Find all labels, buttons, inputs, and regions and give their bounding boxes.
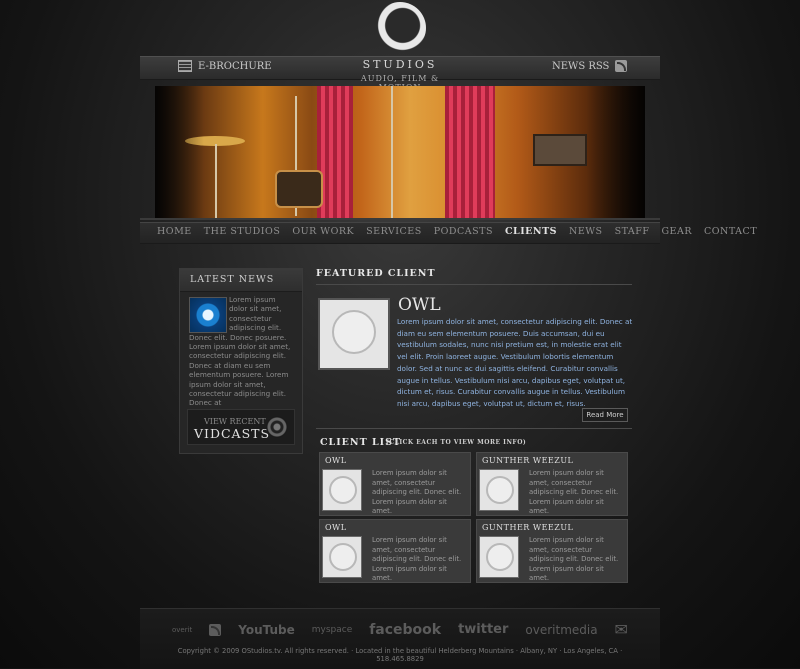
client-logo-icon bbox=[486, 543, 514, 571]
news-rss-label: NEWS RSS bbox=[552, 60, 610, 72]
vidcasts-label: VIDCASTS bbox=[194, 426, 271, 441]
client-card[interactable]: GUNTHER WEEZUL Lorem ipsum dolor sit ame… bbox=[476, 452, 628, 516]
featured-client-description: Lorem ipsum dolor sit amet, consectetur … bbox=[397, 317, 633, 408]
client-name: GUNTHER WEEZUL bbox=[482, 456, 574, 465]
hero-shade bbox=[155, 86, 645, 218]
logo-text: STUDIOS bbox=[362, 58, 438, 71]
client-thumbnail bbox=[322, 469, 362, 511]
client-description: Lorem ipsum dolor sit amet, consectetur … bbox=[529, 469, 619, 515]
youtube-link[interactable]: YouTube bbox=[238, 623, 295, 637]
vidcasts-small-label: VIEW RECENT bbox=[204, 417, 266, 426]
nav-item-services[interactable]: SERVICES bbox=[366, 226, 422, 237]
client-description: Lorem ipsum dolor sit amet, consectetur … bbox=[372, 469, 462, 515]
page: STUDIOS AUDIO, FILM & MOTION E-BROCHURE … bbox=[0, 0, 800, 669]
rss-icon[interactable] bbox=[209, 623, 222, 636]
read-more-button[interactable]: Read More bbox=[582, 408, 628, 422]
myspace-link[interactable]: myspace bbox=[312, 625, 353, 635]
featured-client-title: FEATURED CLIENT bbox=[316, 268, 436, 279]
news-rss-link[interactable]: NEWS RSS bbox=[552, 60, 628, 72]
header: STUDIOS AUDIO, FILM & MOTION E-BROCHURE … bbox=[0, 0, 800, 92]
client-name: GUNTHER WEEZUL bbox=[482, 523, 574, 532]
ebrochure-link[interactable]: E-BROCHURE bbox=[178, 60, 272, 72]
divider bbox=[140, 218, 660, 220]
rss-icon bbox=[615, 60, 628, 72]
nav-item-home[interactable]: HOME bbox=[157, 226, 192, 237]
featured-client-name: OWL bbox=[398, 295, 441, 315]
latest-news-panel: LATEST NEWS Lorem ipsum dolor sit amet, … bbox=[179, 268, 303, 454]
vidcasts-button[interactable]: VIEW RECENT VIDCASTS bbox=[187, 409, 295, 445]
nav-item-clients[interactable]: CLIENTS bbox=[505, 226, 557, 237]
client-card[interactable]: GUNTHER WEEZUL Lorem ipsum dolor sit ame… bbox=[476, 519, 628, 583]
brochure-icon bbox=[178, 60, 192, 72]
owl-logo-icon bbox=[329, 543, 357, 571]
client-description: Lorem ipsum dolor sit amet, consectetur … bbox=[372, 536, 462, 582]
overitmedia-link[interactable]: overitmedia bbox=[525, 623, 597, 637]
client-thumbnail bbox=[322, 536, 362, 578]
nav-item-our-work[interactable]: OUR WORK bbox=[292, 226, 354, 237]
client-logo-icon bbox=[486, 476, 514, 504]
owl-logo-icon bbox=[329, 476, 357, 504]
ebrochure-label: E-BROCHURE bbox=[198, 60, 272, 72]
news-thumbnail[interactable] bbox=[189, 297, 227, 333]
client-name: OWL bbox=[325, 456, 347, 465]
latest-news-title: LATEST NEWS bbox=[180, 269, 302, 292]
nav-item-gear[interactable]: GEAR bbox=[661, 226, 692, 237]
hero-image bbox=[155, 86, 645, 218]
client-description: Lorem ipsum dolor sit amet, consectetur … bbox=[529, 536, 619, 582]
client-card[interactable]: OWL Lorem ipsum dolor sit amet, consecte… bbox=[319, 519, 471, 583]
nav-items: HOME THE STUDIOS OUR WORK SERVICES PODCA… bbox=[157, 226, 757, 237]
client-list-note: (CLICK EACH TO VIEW MORE INFO) bbox=[386, 439, 527, 446]
social-links: overit YouTube myspace facebook twitter … bbox=[172, 620, 628, 639]
nav-item-staff[interactable]: STAFF bbox=[615, 226, 650, 237]
nav-item-news[interactable]: NEWS bbox=[569, 226, 603, 237]
divider bbox=[316, 284, 632, 285]
facebook-link[interactable]: facebook bbox=[369, 622, 441, 638]
nav-item-the-studios[interactable]: THE STUDIOS bbox=[204, 226, 281, 237]
client-thumbnail bbox=[479, 469, 519, 511]
nav-item-podcasts[interactable]: PODCASTS bbox=[434, 226, 493, 237]
film-reel-icon bbox=[266, 416, 288, 438]
owl-logo-icon bbox=[332, 310, 376, 354]
nav-item-contact[interactable]: CONTACT bbox=[704, 226, 757, 237]
copyright-text: Copyright © 2009 OStudios.tv. All rights… bbox=[177, 647, 623, 663]
client-name: OWL bbox=[325, 523, 347, 532]
twitter-link[interactable]: twitter bbox=[458, 622, 508, 637]
logo-ring-icon[interactable] bbox=[374, 2, 426, 54]
overit-logo-link[interactable]: overit bbox=[172, 626, 192, 634]
divider bbox=[316, 428, 632, 429]
client-card[interactable]: OWL Lorem ipsum dolor sit amet, consecte… bbox=[319, 452, 471, 516]
featured-client-image[interactable] bbox=[318, 298, 390, 370]
email-icon[interactable]: ✉ bbox=[615, 620, 628, 639]
client-thumbnail bbox=[479, 536, 519, 578]
